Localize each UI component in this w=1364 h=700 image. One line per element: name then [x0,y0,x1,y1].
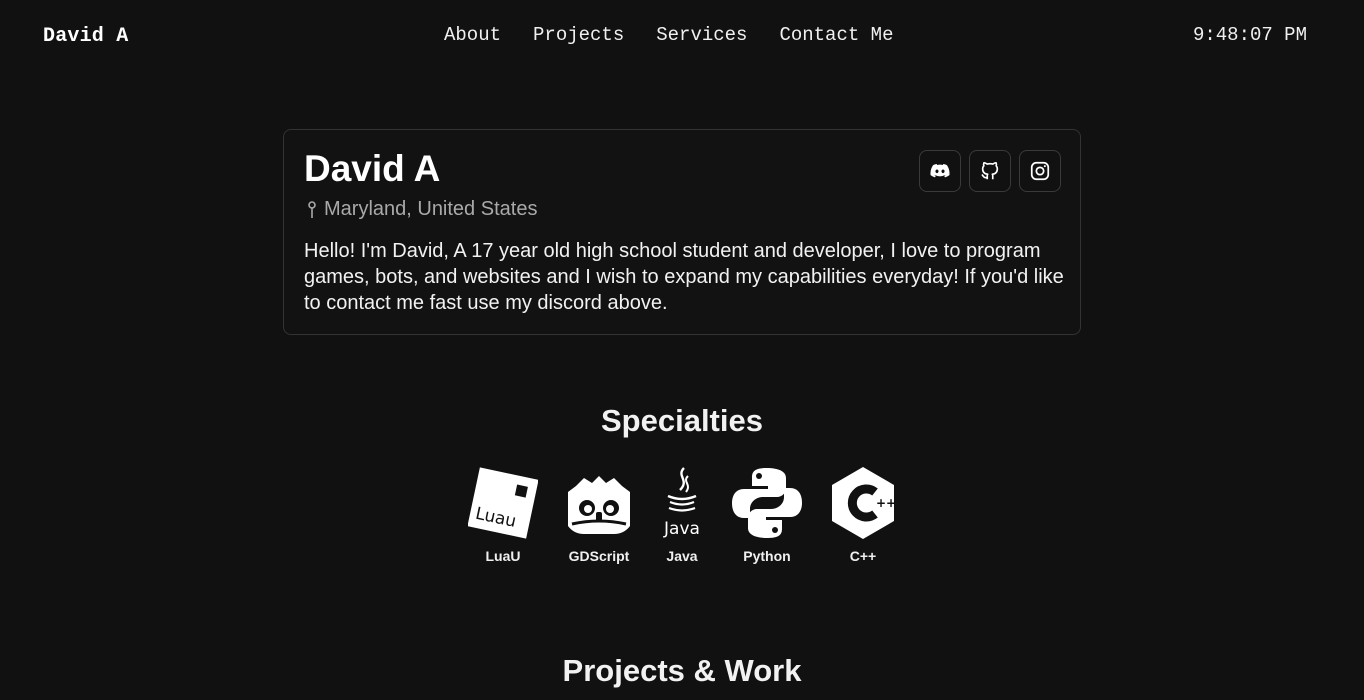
specialties-list: Luau LuaU GDScript Java Java Python ++ C… [0,466,1364,564]
projects-heading: Projects & Work [562,653,802,688]
profile-name: David A [304,148,441,189]
skill-label: C++ [849,548,877,564]
luau-logo-icon: Luau [468,467,538,539]
skill-luau: Luau LuaU [468,466,538,564]
clock-display: 9:48:07 PM [1192,24,1307,46]
nav-link-projects[interactable]: Projects [533,24,624,46]
specialties-heading: Specialties [601,403,763,438]
cpp-logo-icon: ++ [832,467,896,539]
skill-label: GDScript [568,548,630,564]
skill-python: Python [730,466,804,564]
svg-text:++: ++ [876,496,896,510]
nav-link-services[interactable]: Services [656,24,747,46]
skill-gdscript: GDScript [564,466,634,564]
location-text: Maryland, United States [324,198,538,220]
discord-icon [930,164,950,178]
skill-label: Python [743,548,791,564]
github-icon [981,161,999,180]
skill-label: Java [666,548,698,564]
brand-logo[interactable]: David A [43,25,128,48]
nav-link-about[interactable]: About [444,24,501,46]
instagram-button[interactable] [1019,150,1061,192]
skill-cpp: ++ C++ [830,466,896,564]
social-links [919,150,1061,192]
nav-links: About Projects Services Contact Me [444,24,893,46]
godot-logo-icon [568,476,630,534]
location-pin-icon [308,200,316,218]
java-logo-text: Java [663,519,700,539]
nav-link-contact[interactable]: Contact Me [779,24,893,46]
github-button[interactable] [969,150,1011,192]
instagram-icon [1030,161,1050,181]
java-logo-icon: Java [663,467,700,539]
profile-location: Maryland, United States [304,198,537,221]
skill-label: LuaU [485,548,521,564]
skill-java: Java Java [660,466,704,564]
profile-card: David A Maryland, United States Hello! I… [283,129,1081,335]
discord-button[interactable] [919,150,961,192]
top-navbar: David A About Projects Services Contact … [0,0,1364,72]
profile-bio: Hello! I'm David, A 17 year old high sch… [304,240,1064,314]
python-logo-icon [732,468,802,538]
